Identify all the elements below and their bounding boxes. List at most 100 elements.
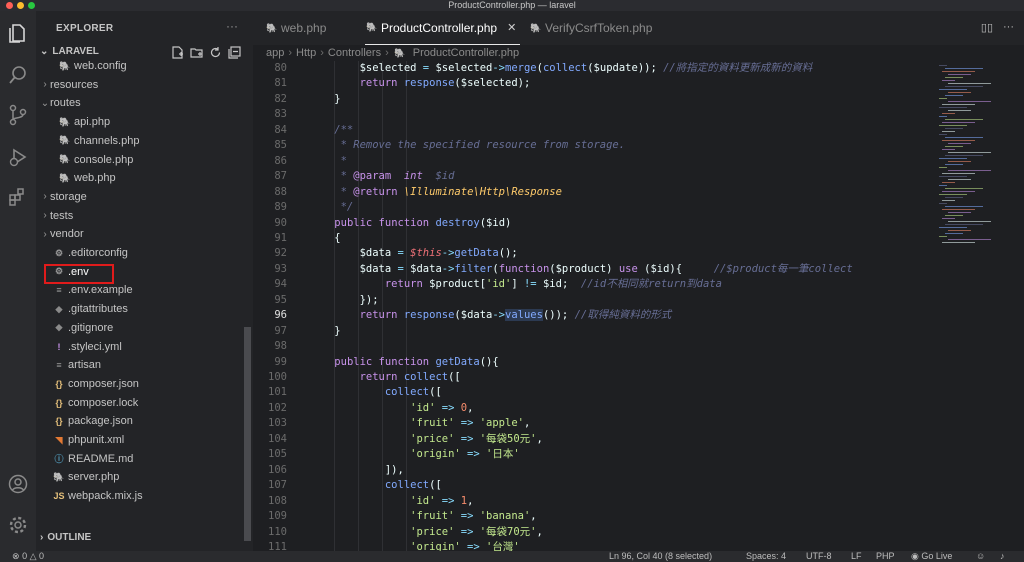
tree-item[interactable]: ◥ phpunit.xml <box>52 431 125 449</box>
code-line[interactable]: 93 $data = $data->filter(function($produ… <box>253 262 935 277</box>
close-tab-icon[interactable]: ✕ <box>507 21 516 34</box>
code-line[interactable]: 107 collect([ <box>253 478 935 493</box>
split-editor-icon[interactable]: ▯▯ <box>981 21 993 34</box>
code-line[interactable]: 99 public function getData(){ <box>253 355 935 370</box>
code-line[interactable]: 105 'origin' => '日本' <box>253 447 935 462</box>
settings-gear-icon[interactable] <box>6 513 30 537</box>
source-control-icon[interactable] <box>6 103 30 127</box>
collapse-all-icon[interactable] <box>227 45 241 59</box>
tree-item[interactable]: ≡ .env.example <box>52 281 132 299</box>
tree-item[interactable]: 🐘 web.php <box>58 169 115 187</box>
refresh-icon[interactable] <box>208 45 222 59</box>
cursor-position[interactable]: Ln 96, Col 40 (8 selected) <box>609 551 712 562</box>
tree-item[interactable]: 🐘 console.php <box>58 151 133 169</box>
sidebar-scrollbar[interactable] <box>244 327 251 541</box>
code-line[interactable]: 86 * <box>253 154 935 169</box>
new-file-icon[interactable] <box>170 45 184 59</box>
outline-section-header[interactable]: › OUTLINE <box>40 532 91 543</box>
tree-item[interactable]: 🐘 channels.php <box>58 132 139 150</box>
tree-item[interactable]: › tests <box>40 207 73 225</box>
tree-item[interactable]: › vendor <box>40 225 84 243</box>
code-line[interactable]: 97 } <box>253 324 935 339</box>
code-line[interactable]: 84 /** <box>253 123 935 138</box>
files-icon[interactable] <box>6 21 30 45</box>
code-line[interactable]: 82 } <box>253 92 935 107</box>
tree-item[interactable]: 🐘 api.php <box>58 113 110 131</box>
tree-item[interactable]: {} composer.lock <box>52 394 138 412</box>
code-line[interactable]: 90 public function destroy($id) <box>253 216 935 231</box>
tree-item[interactable]: ⓘ README.md <box>52 450 133 468</box>
code-line[interactable]: 94 return $product['id'] != $id; //id不相同… <box>253 277 935 292</box>
code-line[interactable]: 109 'fruit' => 'banana', <box>253 509 935 524</box>
tree-item[interactable]: ◆ .gitattributes <box>52 300 128 318</box>
code-line[interactable]: 95 }); <box>253 293 935 308</box>
tree-item[interactable]: › storage <box>40 188 86 206</box>
tree-item[interactable]: 🐘 web.config <box>58 57 126 75</box>
code-line[interactable]: 87 * @param int $id <box>253 169 935 184</box>
code-line[interactable]: 103 'fruit' => 'apple', <box>253 416 935 431</box>
editor-scrollbar[interactable] <box>1015 61 1024 551</box>
tree-item[interactable]: ◆ .gitignore <box>52 319 114 337</box>
minimap-line <box>948 170 991 171</box>
new-folder-icon[interactable] <box>189 45 203 59</box>
code-token: )); <box>637 62 657 74</box>
code-token: $product <box>429 278 480 291</box>
problems-indicator[interactable]: ⊗ 0 △ 0 <box>12 551 44 562</box>
tree-item-label: vendor <box>50 228 84 241</box>
code-line[interactable]: 98 <box>253 339 935 354</box>
code-line[interactable]: 110 'price' => '每袋70元', <box>253 525 935 540</box>
minimap[interactable] <box>935 61 1015 551</box>
code-line[interactable]: 80 $selected = $selected->merge(collect(… <box>253 61 935 76</box>
code-editor[interactable]: 80 $selected = $selected->merge(collect(… <box>253 61 935 551</box>
minimap-line <box>948 212 971 213</box>
indentation[interactable]: Spaces: 4 <box>746 551 786 562</box>
code-line[interactable]: 111 'origin' => '台灣' <box>253 540 935 551</box>
tree-item[interactable]: 🐘 server.php <box>52 468 119 486</box>
breadcrumb-item[interactable]: app <box>266 47 284 59</box>
tree-item[interactable]: ⌄ routes <box>40 94 81 112</box>
tree-item[interactable]: ≡ artisan <box>52 356 101 374</box>
tab-verify-csrf-token[interactable]: 🐘 VerifyCsrfToken.php <box>529 11 652 45</box>
language-mode[interactable]: PHP <box>876 551 895 562</box>
tree-item[interactable]: ! .styleci.yml <box>52 338 122 356</box>
code-line[interactable]: 101 collect([ <box>253 385 935 400</box>
tab-web-php[interactable]: 🐘 web.php <box>265 11 326 45</box>
more-actions-icon[interactable]: ··· <box>1003 21 1014 34</box>
code-line[interactable]: 106 ]), <box>253 463 935 478</box>
more-actions-icon[interactable]: ··· <box>226 19 238 33</box>
breadcrumb-item[interactable]: ProductController.php <box>413 47 519 59</box>
tree-item[interactable]: {} composer.json <box>52 375 138 393</box>
tab-product-controller[interactable]: 🐘 ProductController.php ✕ <box>365 11 521 45</box>
code-line[interactable]: 91 { <box>253 231 935 246</box>
code-line[interactable]: 104 'price' => '每袋50元', <box>253 432 935 447</box>
code-line[interactable]: 108 'id' => 1, <box>253 494 935 509</box>
code-line[interactable]: 102 'id' => 0, <box>253 401 935 416</box>
code-line[interactable]: 96 return response($data->values()); //取… <box>253 308 935 323</box>
project-section-header[interactable]: ⌄ LARAVEL <box>40 46 99 57</box>
breadcrumb-item[interactable]: Controllers <box>328 47 381 59</box>
account-icon[interactable] <box>6 472 30 496</box>
run-debug-icon[interactable] <box>6 145 30 169</box>
tree-item[interactable]: ⚙ .editorconfig <box>52 244 128 262</box>
code-line[interactable]: 89 */ <box>253 200 935 215</box>
code-line[interactable]: 81 return response($selected); <box>253 76 935 91</box>
tree-item[interactable]: › resources <box>40 76 98 94</box>
extensions-icon[interactable] <box>6 185 30 209</box>
feedback-icon[interactable]: ☺ <box>976 551 985 562</box>
notifications-bell-icon[interactable]: ♪ <box>1000 551 1005 562</box>
code-line[interactable]: 83 <box>253 107 935 122</box>
tree-item-label: .styleci.yml <box>68 340 122 353</box>
breadcrumb-item[interactable]: Http <box>296 47 316 59</box>
tree-item[interactable]: JS webpack.mix.js <box>52 487 142 505</box>
code-line[interactable]: 92 $data = $this->getData(); <box>253 246 935 261</box>
line-ending[interactable]: LF <box>851 551 862 562</box>
code-line[interactable]: 85 * Remove the specified resource from … <box>253 138 935 153</box>
rss-icon: ◥ <box>55 434 63 445</box>
code-line[interactable]: 88 * @return \Illuminate\Http\Response <box>253 185 935 200</box>
code-line[interactable]: 100 return collect([ <box>253 370 935 385</box>
minimap-line <box>948 179 971 180</box>
search-icon[interactable] <box>6 63 30 87</box>
encoding[interactable]: UTF-8 <box>806 551 832 562</box>
go-live-button[interactable]: ◉ Go Live <box>911 551 952 562</box>
tree-item[interactable]: {} package.json <box>52 412 132 430</box>
